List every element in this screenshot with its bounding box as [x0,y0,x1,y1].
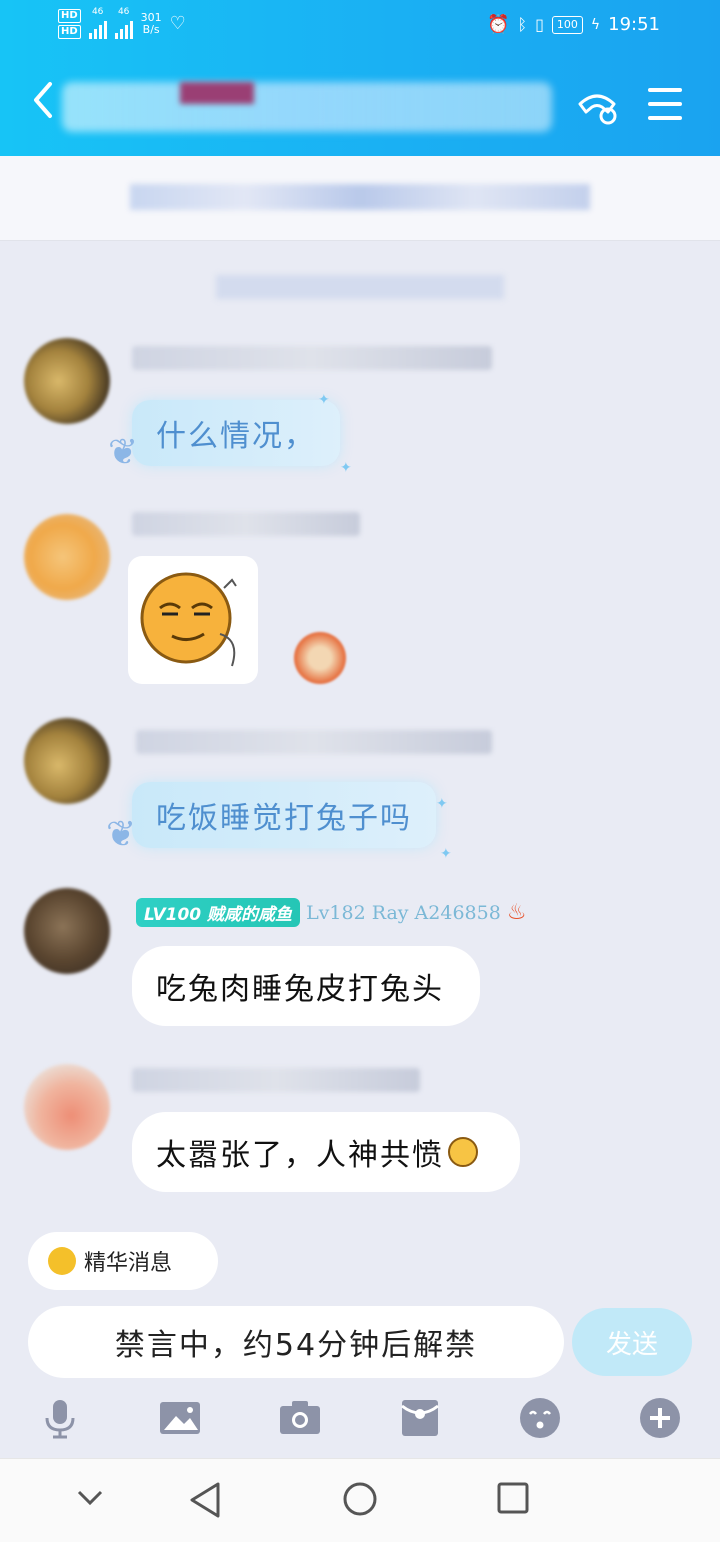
essence-label: 精华消息 [84,1251,173,1276]
group-title-redacted-accent [180,82,254,104]
sparkle-decoration-icon: ✦ [318,392,330,408]
message-text: 什么情况， [156,419,316,454]
message-input-muted[interactable]: 禁言中，约54分钟后解禁 [28,1306,564,1378]
sender-name-redacted [132,1068,420,1092]
message-bubble[interactable]: 太嚣张了，人神共愤 [132,1112,520,1192]
feather-decoration-icon: ❦ [108,432,139,473]
message-bubble[interactable]: 吃饭睡觉打兔子吗 [132,782,436,848]
collapse-icon[interactable] [76,1489,104,1507]
back-triangle-icon[interactable] [188,1481,222,1519]
image-icon[interactable] [158,1396,202,1440]
plus-icon[interactable] [638,1396,682,1440]
sparkle-decoration-icon: ✦ [340,460,352,476]
vibrate-icon: ▯ [535,15,544,34]
sender-badge-row: LV100 贼咸的咸鱼 Lv182 Ray A246858 ♨ [136,898,527,927]
heart-rate-icon: ♡ [169,13,186,34]
pinned-notice[interactable] [0,156,720,241]
signal1-label: 46 [91,7,104,17]
sparkle-decoration-icon: ✦ [440,846,452,862]
top-bar: HD HD 46 46 301 B/s ♡ ⏰ ᛒ ▯ 100 ϟ 19:51 [0,0,720,156]
battery-indicator: 100 [551,15,583,34]
essence-icon [48,1247,76,1275]
message-text: 太嚣张了，人神共愤 [156,1138,444,1173]
timestamp-redacted [216,275,504,299]
send-button[interactable]: 发送 [572,1308,692,1376]
signal-icon [114,17,133,39]
hd-indicator: HD HD [58,8,81,39]
chat-header [0,52,720,156]
level-tag: LV100 贼咸的咸鱼 [136,898,301,927]
charging-icon: ϟ [590,16,601,33]
system-navbar [0,1458,720,1542]
muted-notice-text: 禁言中，约54分钟后解禁 [114,1328,478,1363]
input-toolbar [0,1388,720,1450]
sender-name-redacted [132,346,492,370]
avatar[interactable] [24,1064,110,1150]
emoji-icon[interactable] [518,1396,562,1440]
message-bubble[interactable]: 什么情况， [132,400,340,466]
recents-square-icon[interactable] [496,1481,530,1515]
red-packet-icon[interactable] [398,1396,442,1440]
message-text: 吃兔肉睡兔皮打兔头 [156,972,444,1007]
phone-call-icon[interactable] [574,90,620,126]
sender-name[interactable]: Lv182 Ray A246858 [306,902,501,924]
smug-face-sticker-icon [140,572,237,667]
message-bubble[interactable]: 吃兔肉睡兔皮打兔头 [132,946,480,1026]
send-label: 发送 [605,1329,658,1360]
avatar[interactable] [24,338,110,424]
sender-name-redacted [132,512,360,536]
feather-decoration-icon: ❦ [106,814,137,855]
bluetooth-icon: ᛒ [517,15,528,34]
grin-emoji-icon [448,1137,478,1167]
signal2-label: 46 [117,7,130,17]
sparkle-decoration-icon: ✦ [436,796,448,812]
avatar[interactable] [24,514,110,600]
alarm-icon: ⏰ [487,14,510,35]
notice-text-redacted [130,184,590,210]
message-text: 吃饭睡觉打兔子吗 [156,801,412,836]
mic-icon[interactable] [38,1396,82,1440]
home-circle-icon[interactable] [342,1481,378,1517]
camera-icon[interactable] [278,1396,322,1440]
menu-icon[interactable] [648,88,682,130]
status-bar: HD HD 46 46 301 B/s ♡ ⏰ ᛒ ▯ 100 ϟ 19:51 [0,0,720,52]
signal-icon [88,17,107,39]
reaction-badge-icon[interactable] [294,632,346,684]
essence-messages-button[interactable]: 精华消息 [28,1232,218,1290]
sender-name-redacted [136,730,492,754]
back-arrow-icon[interactable] [30,80,56,120]
group-title-redacted [62,82,552,132]
sticker-image[interactable] [128,556,258,684]
network-speed: 301 B/s [140,10,162,36]
avatar[interactable] [24,718,110,804]
fire-icon: ♨ [506,900,527,925]
clock: 19:51 [608,14,660,35]
avatar[interactable] [24,888,110,974]
